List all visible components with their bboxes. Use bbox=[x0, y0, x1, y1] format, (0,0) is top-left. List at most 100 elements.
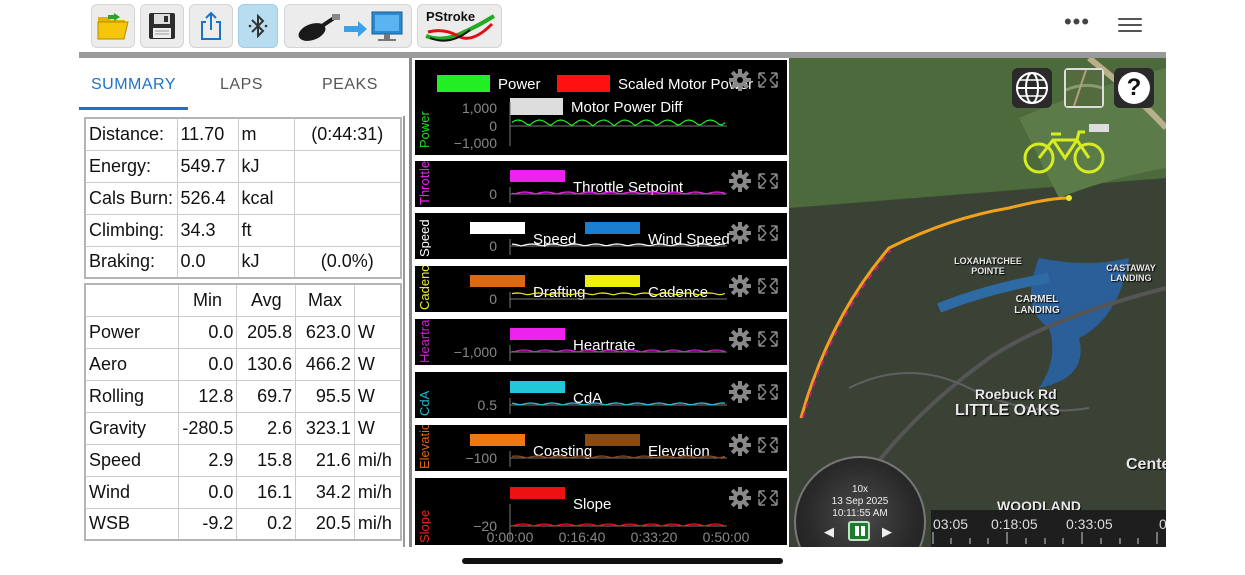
summary-unit: ft bbox=[237, 213, 295, 247]
summary-extra: (0:44:31) bbox=[293, 117, 402, 151]
timeline-tick-label: 0:18:05 bbox=[991, 516, 1038, 532]
legend-label: Heartrate bbox=[573, 337, 636, 354]
stats-min: -9.2 bbox=[177, 507, 238, 541]
timeline-tick-label: 03:05 bbox=[933, 516, 969, 532]
chart-panel[interactable]: Coasting Elevation −100 Elevation bbox=[415, 425, 787, 471]
summary-label: Climbing: bbox=[84, 213, 178, 247]
map-label: LOXAHATCHEE POINTE bbox=[954, 256, 1022, 276]
map-label: LITTLE OAKS bbox=[955, 402, 1060, 419]
summary-unit: m bbox=[237, 117, 295, 151]
gear-icon[interactable] bbox=[729, 487, 751, 509]
map-layer-thumbnail-button[interactable] bbox=[1064, 68, 1104, 108]
gear-icon[interactable] bbox=[729, 328, 751, 350]
stats-label: Wind bbox=[84, 475, 179, 509]
expand-icon[interactable] bbox=[758, 490, 778, 506]
tab-summary[interactable]: SUMMARY bbox=[91, 76, 176, 94]
chart-panel[interactable]: Speed Wind Speed 0 Speed bbox=[415, 213, 787, 259]
chart-panel[interactable]: Heartrate −1,000 Heartrate bbox=[415, 319, 787, 365]
stats-row: Rolling 12.8 69.7 95.5 W bbox=[84, 379, 402, 413]
forward-icon[interactable]: ▶ bbox=[882, 524, 896, 539]
expand-icon[interactable] bbox=[758, 173, 778, 189]
gear-icon[interactable] bbox=[729, 69, 751, 91]
tab-bar: SUMMARY LAPS PEAKS bbox=[79, 58, 409, 110]
timeline-scrubber[interactable]: 03:05 0:18:05 0:33:05 0 bbox=[931, 510, 1166, 547]
stats-max: 323.1 bbox=[295, 411, 355, 445]
legend-swatch bbox=[510, 381, 565, 393]
y-axis-title: Heartrate bbox=[415, 319, 431, 365]
stats-max: 95.5 bbox=[295, 379, 355, 413]
tab-peaks[interactable]: PEAKS bbox=[322, 76, 378, 94]
summary-panel: SUMMARY LAPS PEAKS Distance: 11.70 m (0:44:… bbox=[79, 58, 409, 547]
chart-panel[interactable]: Slope −20 0:00:00 0:16:40 0:33:20 0:50:00 Slop… bbox=[415, 478, 787, 545]
export-to-display-button[interactable] bbox=[284, 4, 412, 48]
y-tick-label: 0 bbox=[489, 186, 497, 202]
expand-icon[interactable] bbox=[758, 437, 778, 453]
home-indicator[interactable] bbox=[462, 558, 783, 564]
chart-panel[interactable]: CdA 0.5 CdA bbox=[415, 372, 787, 418]
y-axis-title: Throttle Setpoint bbox=[415, 161, 431, 207]
stats-label: Rolling bbox=[84, 379, 179, 413]
open-folder-button[interactable] bbox=[91, 4, 135, 48]
stats-max: 623.0 bbox=[295, 315, 355, 349]
gear-icon[interactable] bbox=[729, 381, 751, 403]
gear-icon[interactable] bbox=[729, 275, 751, 297]
legend-swatch bbox=[470, 434, 525, 446]
chart-panel[interactable]: Drafting Cadence 0 Cadence bbox=[415, 266, 787, 312]
timeline-tick-label: 0:33:05 bbox=[1066, 516, 1113, 532]
share-button[interactable] bbox=[189, 4, 233, 48]
summary-table: Distance: 11.70 m (0:44:31) Energy: 549.7 kJ Ca… bbox=[84, 117, 402, 279]
floppy-disk-icon bbox=[147, 11, 177, 41]
y-axis-title: Power bbox=[415, 60, 431, 155]
summary-unit: kJ bbox=[237, 245, 295, 279]
gear-icon[interactable] bbox=[729, 170, 751, 192]
chart-canvas: Throttle Setpoint0 bbox=[489, 170, 778, 203]
stats-unit: mi/h bbox=[353, 475, 402, 509]
stats-max: 466.2 bbox=[295, 347, 355, 381]
stats-max: 34.2 bbox=[295, 475, 355, 509]
summary-value: 34.3 bbox=[176, 213, 239, 247]
summary-label: Braking: bbox=[84, 245, 178, 279]
gear-icon[interactable] bbox=[729, 222, 751, 244]
min-avg-max-table: Min Avg Max Power 0.0 205.8 623.0 W Aero 0.0 130.6… bbox=[84, 283, 402, 541]
gear-icon[interactable] bbox=[729, 434, 751, 456]
chart-panel[interactable]: Power Scaled Motor Power Motor Power Diff 1… bbox=[415, 60, 787, 155]
y-tick-label: 1,000 bbox=[462, 100, 497, 116]
map-label: Roebuck Rd bbox=[975, 386, 1057, 402]
stats-column-header: Max bbox=[295, 283, 355, 317]
stats-min: -280.5 bbox=[177, 411, 238, 445]
expand-icon[interactable] bbox=[758, 278, 778, 294]
map-view[interactable]: LOXAHATCHEE POINTE CASTAWAY LANDING CARM… bbox=[789, 58, 1166, 547]
stats-max: 21.6 bbox=[295, 443, 355, 477]
chart-canvas: Coasting Elevation−100 bbox=[465, 434, 778, 467]
chart-panel[interactable]: Throttle Setpoint0 Throttle Setpoint bbox=[415, 161, 787, 207]
legend-label: Slope bbox=[573, 496, 611, 513]
save-button[interactable] bbox=[140, 4, 184, 48]
playback-speed: 10x bbox=[851, 484, 869, 495]
globe-button[interactable] bbox=[1012, 68, 1052, 108]
expand-icon[interactable] bbox=[758, 384, 778, 400]
expand-icon[interactable] bbox=[758, 225, 778, 241]
legend-swatch bbox=[585, 275, 640, 287]
expand-icon[interactable] bbox=[758, 72, 778, 88]
hamburger-menu-icon[interactable] bbox=[1118, 14, 1142, 34]
stats-avg: 16.1 bbox=[236, 475, 297, 509]
rewind-icon[interactable]: ◀ bbox=[824, 524, 838, 539]
pstroke-button[interactable]: PStroke bbox=[417, 4, 502, 48]
y-axis-title: CdA bbox=[415, 372, 431, 418]
help-button[interactable]: ? bbox=[1114, 68, 1154, 108]
bluetooth-button[interactable] bbox=[238, 4, 278, 48]
summary-extra bbox=[293, 181, 402, 215]
active-tab-indicator bbox=[79, 107, 188, 110]
pause-button[interactable] bbox=[848, 521, 870, 541]
more-options-button[interactable]: ••• bbox=[1062, 11, 1092, 36]
y-axis-title-text: Heartrate bbox=[417, 319, 431, 363]
tab-laps[interactable]: LAPS bbox=[220, 76, 263, 94]
summary-value: 11.70 bbox=[176, 117, 239, 151]
legend-swatch bbox=[510, 487, 565, 499]
stats-avg: 15.8 bbox=[236, 443, 297, 477]
expand-icon[interactable] bbox=[758, 331, 778, 347]
bluetooth-icon bbox=[248, 12, 268, 40]
globe-icon bbox=[1012, 72, 1052, 112]
scrollbar[interactable] bbox=[403, 116, 405, 547]
playback-dial[interactable]: 10x 13 Sep 2025 10:11:55 AM ◀ ▶ bbox=[794, 456, 926, 547]
